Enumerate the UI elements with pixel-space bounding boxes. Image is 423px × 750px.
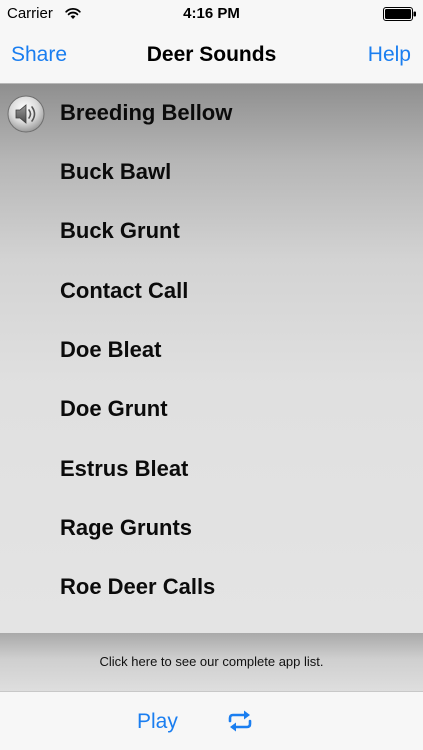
sound-list: Breeding Bellow Buck Bawl Buck Grunt Con… — [0, 84, 423, 633]
sound-item-doe-grunt[interactable]: Doe Grunt — [0, 380, 423, 439]
page-title: Deer Sounds — [146, 43, 277, 66]
sound-item-contact-call[interactable]: Contact Call — [0, 262, 423, 321]
app-list-banner[interactable]: Click here to see our complete app list. — [0, 633, 423, 691]
sound-item-roe-deer-calls[interactable]: Roe Deer Calls — [0, 558, 423, 617]
navigation-bar: Share Deer Sounds Help — [0, 30, 423, 84]
play-button[interactable]: Play — [137, 710, 178, 734]
sound-item-buck-grunt[interactable]: Buck Grunt — [0, 202, 423, 261]
sound-item-label: Buck Bawl — [60, 159, 172, 184]
sound-item-buck-bawl[interactable]: Buck Bawl — [0, 143, 423, 202]
sound-item-label: Rage Grunts — [60, 515, 193, 540]
sound-item-label: Breeding Bellow — [60, 100, 233, 125]
sound-item-estrus-bleat[interactable]: Estrus Bleat — [0, 440, 423, 499]
sound-item-label: Doe Bleat — [60, 337, 162, 362]
status-bar: Carrier 4:16 PM — [0, 0, 423, 30]
sound-item-label: Contact Call — [60, 278, 189, 303]
sound-item-breeding-bellow[interactable]: Breeding Bellow — [0, 84, 423, 143]
sound-item-label: Estrus Bleat — [60, 456, 189, 481]
status-time: 4:16 PM — [183, 5, 240, 22]
sound-item-rage-grunts[interactable]: Rage Grunts — [0, 499, 423, 558]
app-list-link-text: Click here to see our complete app list. — [99, 654, 324, 669]
sound-item-label: Roe Deer Calls — [60, 574, 216, 599]
battery-icon — [383, 7, 416, 21]
sound-item-label: Doe Grunt — [60, 396, 168, 421]
repeat-icon[interactable] — [226, 709, 254, 733]
sound-item-doe-bleat[interactable]: Doe Bleat — [0, 321, 423, 380]
speaker-icon — [7, 95, 45, 133]
bottom-toolbar: Play — [0, 691, 423, 750]
sound-item-label: Buck Grunt — [60, 218, 180, 243]
help-button[interactable]: Help — [368, 43, 411, 67]
